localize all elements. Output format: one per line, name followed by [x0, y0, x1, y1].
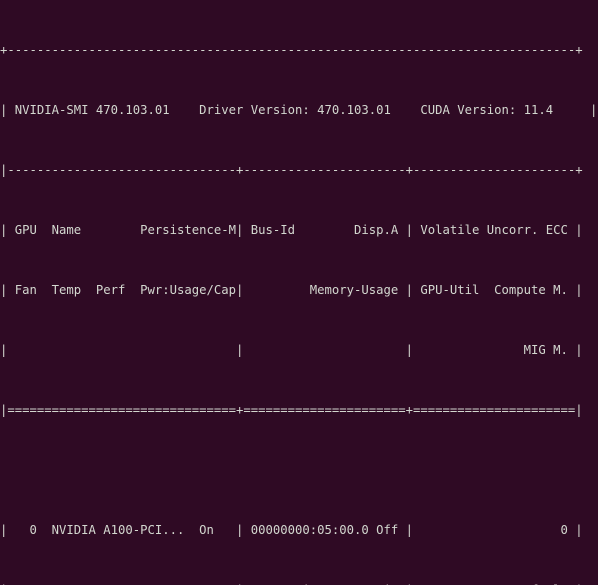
header-separator: |-------------------------------+-------…: [0, 163, 583, 177]
table-top-border: +---------------------------------------…: [0, 43, 583, 57]
gpu-row-line-2: | N/A 31C P0 40W / 250W | 19062MiB / 405…: [0, 580, 598, 585]
column-header-row-3: | | | MIG M. |: [0, 343, 583, 357]
column-header-heavy-separator: |===============================+=======…: [0, 403, 583, 417]
gpu-row-line-1: | 0 NVIDIA A100-PCI... On | 00000000:05:…: [0, 523, 583, 537]
smi-header-line: | NVIDIA-SMI 470.103.01 Driver Version: …: [0, 103, 598, 117]
column-header-row-2: | Fan Temp Perf Pwr:Usage/Cap| Memory-Us…: [0, 283, 583, 297]
terminal-window[interactable]: +---------------------------------------…: [0, 0, 598, 585]
column-header-row-1: | GPU Name Persistence-M| Bus-Id Disp.A …: [0, 223, 583, 237]
gpu-row: | 0 NVIDIA A100-PCI... On | 00000000:05:…: [0, 480, 598, 585]
